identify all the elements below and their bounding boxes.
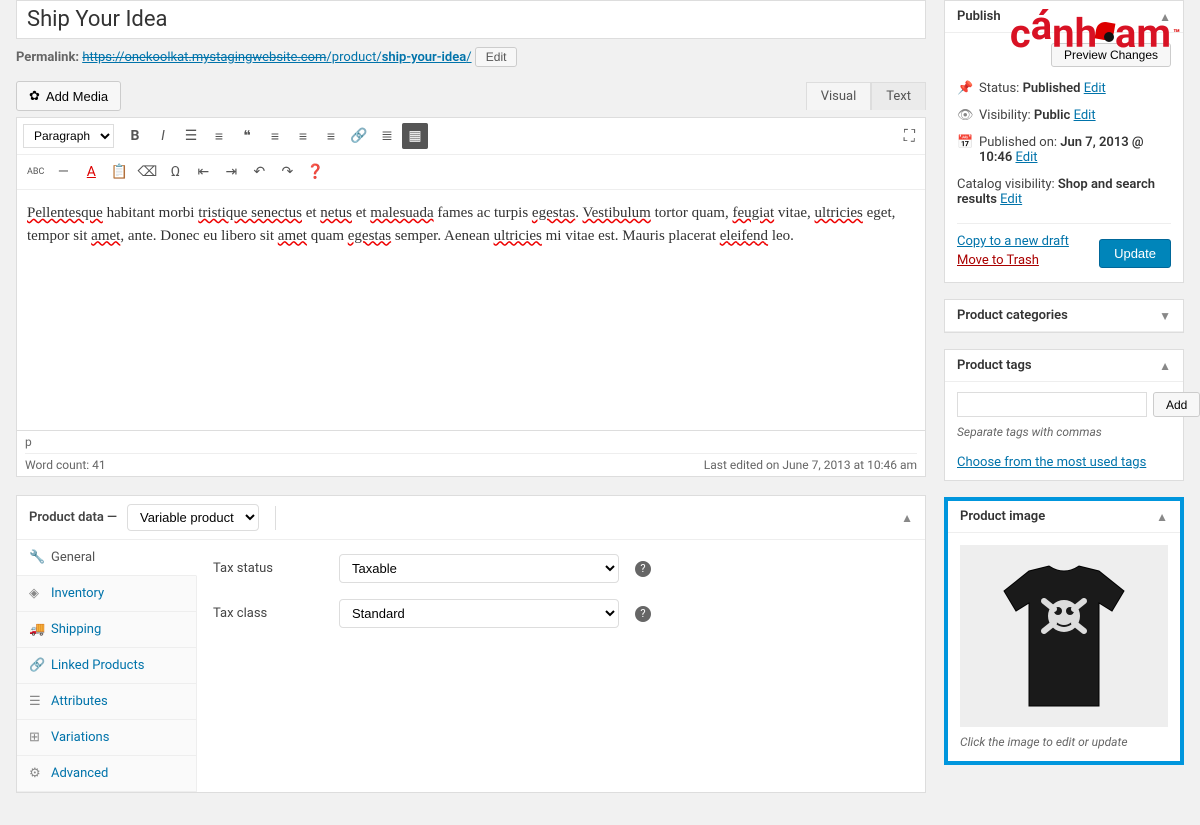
align-right-button[interactable]: ≡ xyxy=(318,123,344,149)
editor-mode-tabs: Visual Text xyxy=(806,82,926,110)
tax-class-select[interactable]: Standard xyxy=(339,599,619,628)
title-input-wrap[interactable]: Ship Your Idea xyxy=(16,0,926,39)
outdent-button[interactable]: ⇤ xyxy=(190,159,216,185)
text-color-button[interactable]: A xyxy=(78,159,104,185)
pd-tab-attributes[interactable]: ☰Attributes xyxy=(17,684,196,720)
categories-header: Product categories xyxy=(957,308,1068,323)
quote-button[interactable]: ❝ xyxy=(234,123,260,149)
bullet-list-button[interactable]: ☰ xyxy=(178,123,204,149)
tab-visual[interactable]: Visual xyxy=(806,82,872,110)
gear-icon: ⚙ xyxy=(29,766,43,781)
product-tags-box: Product tags ▲ Add Separate tags with co… xyxy=(944,349,1184,481)
toolbar-row-2: ABC — A 📋 ⌫ Ω ⇤ ⇥ ↶ ↷ ❓ xyxy=(17,155,925,190)
product-data-label: Product data — xyxy=(29,510,117,525)
edit-visibility-link[interactable]: Edit xyxy=(1074,108,1096,123)
tshirt-image xyxy=(994,561,1134,711)
truck-icon: 🚚 xyxy=(29,622,43,637)
image-caption: Click the image to edit or update xyxy=(960,735,1168,749)
tax-status-select[interactable]: Taxable xyxy=(339,554,619,583)
last-edited: Last edited on June 7, 2013 at 10:46 am xyxy=(704,458,917,472)
product-image-box: Product image ▲ xyxy=(944,497,1184,765)
collapse-toggle-icon[interactable]: ▲ xyxy=(901,511,913,525)
toolbar-toggle-button[interactable]: ▦ xyxy=(402,123,428,149)
align-center-button[interactable]: ≡ xyxy=(290,123,316,149)
permalink-url[interactable]: https://onekoolkat.mystagingwebsite.com/… xyxy=(82,50,471,65)
copy-draft-link[interactable]: Copy to a new draft xyxy=(957,234,1069,249)
tax-status-label: Tax status xyxy=(213,561,323,576)
editor: Paragraph B I ☰ ≡ ❝ ≡ ≡ ≡ 🔗 ≣ ▦ ⛶ ABC — xyxy=(16,117,926,477)
content-editable[interactable]: Pellentesque habitant morbi tristique se… xyxy=(17,190,925,430)
word-count: Word count: 41 xyxy=(25,458,106,472)
pd-tab-shipping[interactable]: 🚚Shipping xyxy=(17,612,196,648)
toolbar-row-1: Paragraph B I ☰ ≡ ❝ ≡ ≡ ≡ 🔗 ≣ ▦ ⛶ xyxy=(17,118,925,155)
help-button[interactable]: ❓ xyxy=(302,159,328,185)
collapse-toggle-icon[interactable]: ▼ xyxy=(1159,309,1171,323)
align-left-button[interactable]: ≡ xyxy=(262,123,288,149)
tax-class-label: Tax class xyxy=(213,606,323,621)
edit-status-link[interactable]: Edit xyxy=(1084,81,1106,96)
fullscreen-icon[interactable]: ⛶ xyxy=(900,122,919,150)
tags-header: Product tags xyxy=(957,358,1032,373)
add-media-button[interactable]: ✿ Add Media xyxy=(16,81,121,111)
collapse-toggle-icon[interactable]: ▲ xyxy=(1159,359,1171,373)
number-list-button[interactable]: ≡ xyxy=(206,123,232,149)
edit-date-link[interactable]: Edit xyxy=(1015,150,1037,165)
choose-tags-link[interactable]: Choose from the most used tags xyxy=(957,455,1146,470)
pd-tab-general[interactable]: 🔧General xyxy=(17,540,197,576)
help-icon[interactable]: ? xyxy=(635,561,651,577)
list-icon: ☰ xyxy=(29,694,43,709)
visibility-icon: 👁 xyxy=(957,108,971,123)
product-title: Ship Your Idea xyxy=(27,7,915,32)
pd-tab-linked[interactable]: 🔗Linked Products xyxy=(17,648,196,684)
edit-catalog-link[interactable]: Edit xyxy=(1000,192,1022,207)
link-icon: 🔗 xyxy=(29,658,43,673)
permalink-row: Permalink: https://onekoolkat.mystagingw… xyxy=(16,47,926,67)
italic-button[interactable]: I xyxy=(150,123,176,149)
update-button[interactable]: Update xyxy=(1099,239,1171,268)
link-button[interactable]: 🔗 xyxy=(346,123,372,149)
undo-button[interactable]: ↶ xyxy=(246,159,272,185)
clear-format-button[interactable]: ⌫ xyxy=(134,159,160,185)
leaf-icon xyxy=(1094,22,1118,46)
inventory-icon: ◈ xyxy=(29,586,43,601)
indent-button[interactable]: ⇥ xyxy=(218,159,244,185)
wrench-icon: 🔧 xyxy=(29,550,43,565)
format-select[interactable]: Paragraph xyxy=(23,124,114,148)
publish-links: Copy to a new draft Move to Trash xyxy=(957,234,1069,272)
move-trash-link[interactable]: Move to Trash xyxy=(957,253,1069,268)
pin-icon: 📌 xyxy=(957,81,971,96)
grid-icon: ⊞ xyxy=(29,730,43,745)
product-data-tabs: 🔧General ◈Inventory 🚚Shipping 🔗Linked Pr… xyxy=(17,540,197,792)
more-button[interactable]: ≣ xyxy=(374,123,400,149)
media-icon: ✿ xyxy=(29,88,40,104)
pd-tab-advanced[interactable]: ⚙Advanced xyxy=(17,756,196,792)
bold-button[interactable]: B xyxy=(122,123,148,149)
product-image-thumbnail[interactable] xyxy=(960,545,1168,727)
pd-tab-variations[interactable]: ⊞Variations xyxy=(17,720,196,756)
calendar-icon: 📅 xyxy=(957,135,971,150)
tag-help-text: Separate tags with commas xyxy=(957,425,1171,439)
special-char-button[interactable]: Ω xyxy=(162,159,188,185)
editor-status-bar: p Word count: 41 Last edited on June 7, … xyxy=(17,430,925,476)
redo-button[interactable]: ↷ xyxy=(274,159,300,185)
pd-tab-inventory[interactable]: ◈Inventory xyxy=(17,576,196,612)
element-path: p xyxy=(25,435,917,449)
product-categories-box: Product categories ▼ xyxy=(944,299,1184,333)
product-data-content: Tax status Taxable ? Tax class Standard … xyxy=(197,540,925,792)
product-data-box: Product data — Variable product ▲ 🔧Gener… xyxy=(16,495,926,793)
paste-button[interactable]: 📋 xyxy=(106,159,132,185)
tab-text[interactable]: Text xyxy=(871,82,926,110)
tag-input[interactable] xyxy=(957,392,1147,417)
hr-button[interactable]: — xyxy=(50,159,76,185)
edit-permalink-button[interactable]: Edit xyxy=(475,47,518,67)
add-tag-button[interactable]: Add xyxy=(1153,392,1200,417)
abc-strike-button[interactable]: ABC xyxy=(23,159,48,185)
watermark-logo: cánham™ xyxy=(1010,10,1180,57)
product-image-header: Product image xyxy=(960,509,1045,524)
help-icon[interactable]: ? xyxy=(635,606,651,622)
publish-header: Publish xyxy=(957,9,1001,24)
product-type-select[interactable]: Variable product xyxy=(127,504,259,531)
collapse-toggle-icon[interactable]: ▲ xyxy=(1156,510,1168,524)
